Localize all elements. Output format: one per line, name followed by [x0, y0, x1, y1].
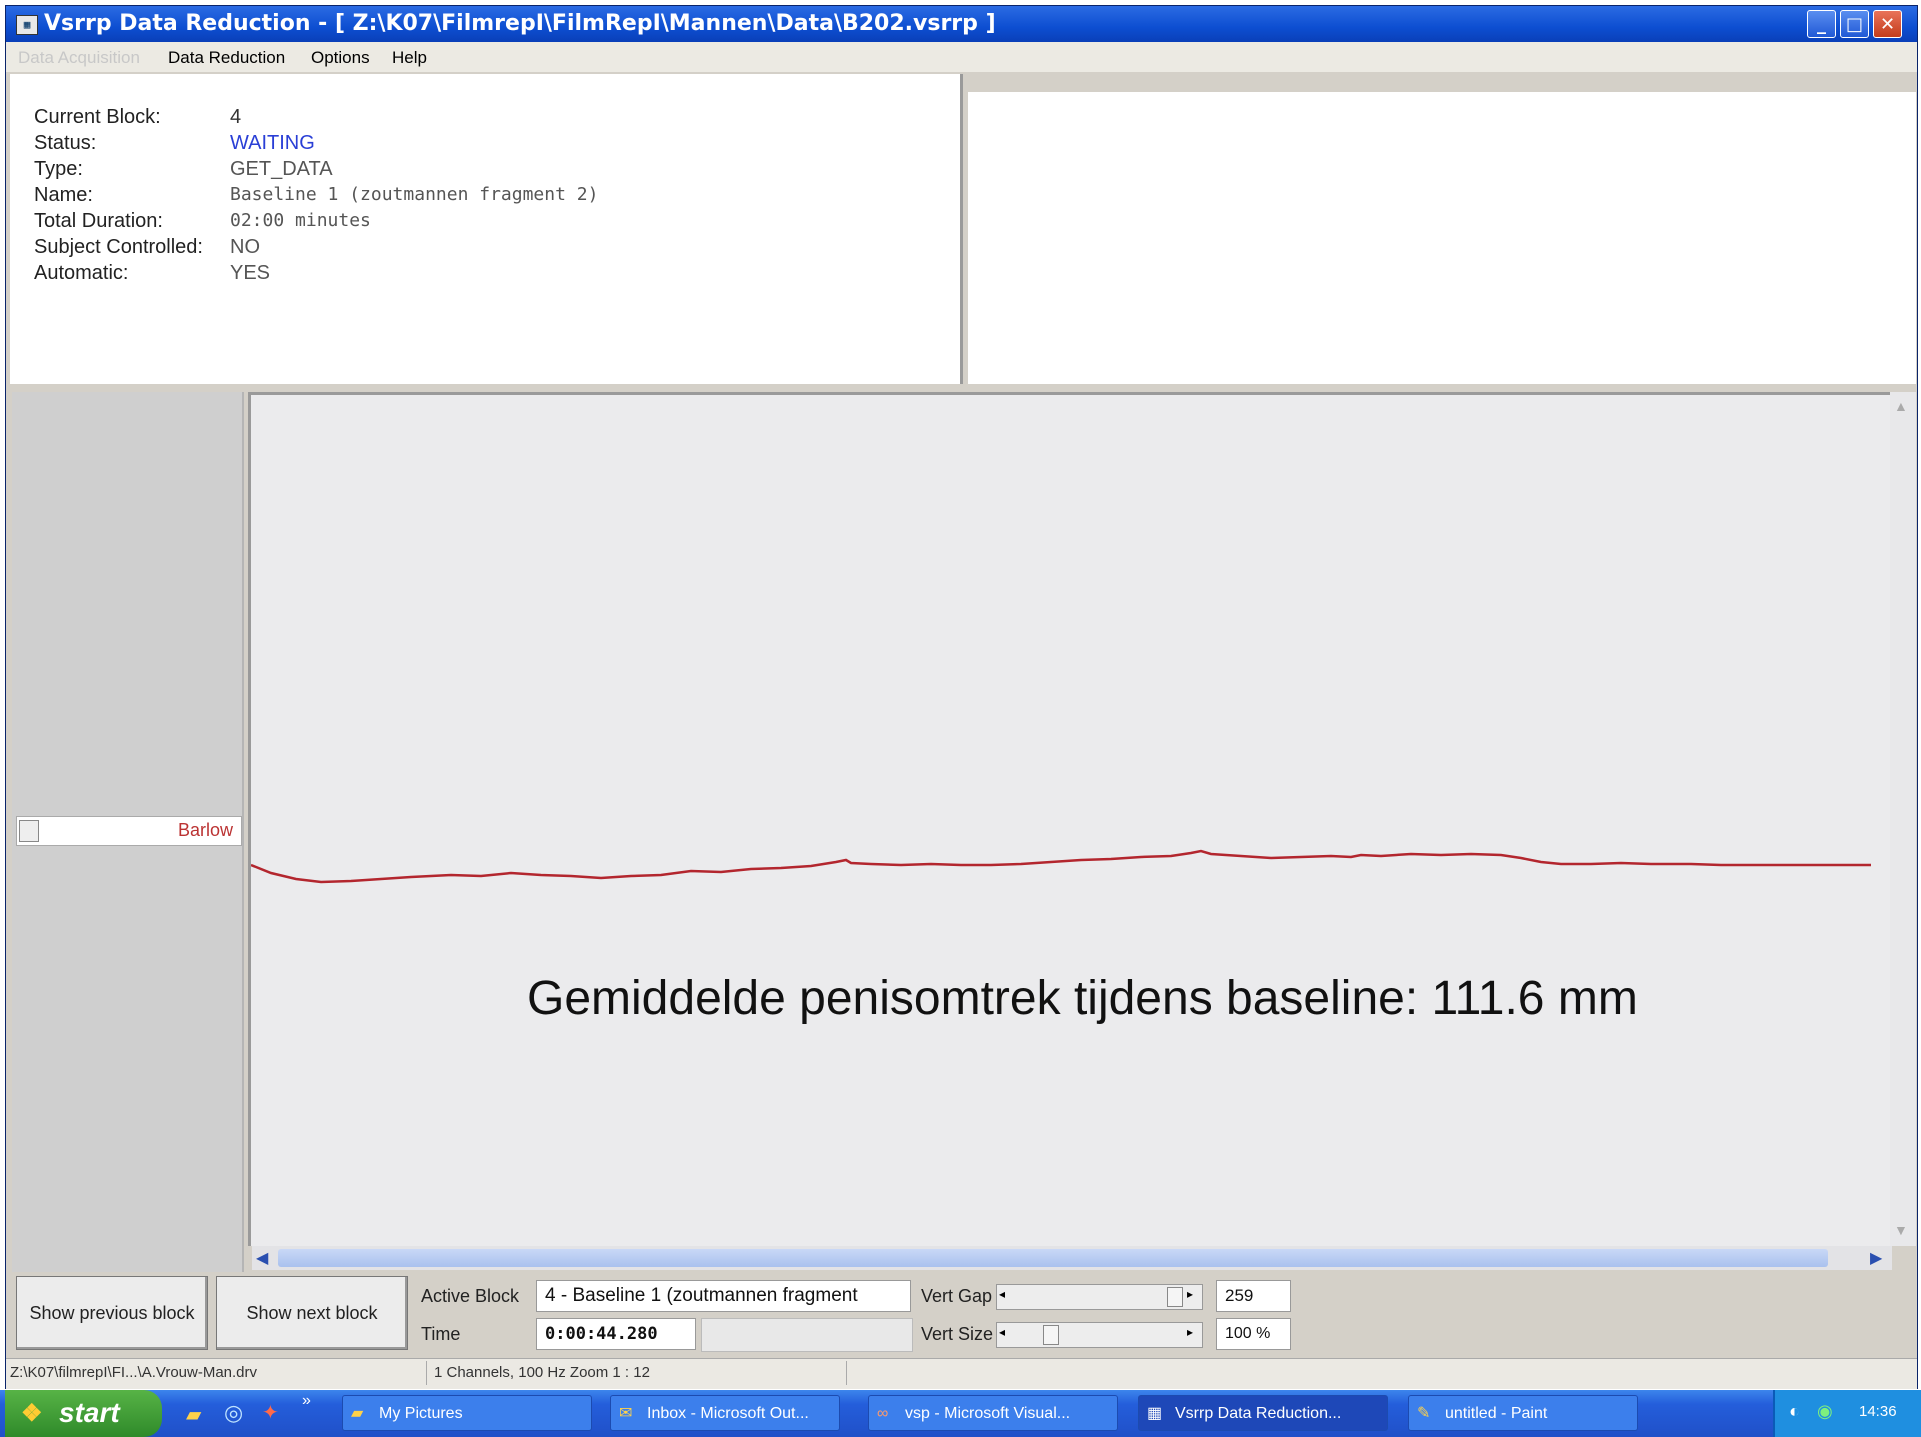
status-path: Z:\K07\filmrepI\FI...\A.Vrouw-Man.drv — [10, 1364, 258, 1381]
current-block-label: Current Block: — [34, 106, 161, 128]
start-button[interactable]: ❖ start — [5, 1390, 162, 1437]
channel-label: Barlow — [177, 820, 233, 840]
horizontal-scroll-thumb[interactable] — [278, 1249, 1828, 1267]
time-spacer — [701, 1318, 913, 1352]
menu-options[interactable]: Options — [311, 48, 370, 68]
scroll-up-icon[interactable]: ▲ — [1894, 398, 1908, 414]
status-value: WAITING — [230, 132, 315, 154]
task-paint[interactable]: ✎ untitled - Paint — [1408, 1395, 1638, 1431]
show-previous-block-button[interactable]: Show previous block — [16, 1276, 208, 1350]
task-label: untitled - Paint — [1445, 1405, 1548, 1422]
task-my-pictures[interactable]: ▰ My Pictures — [342, 1395, 592, 1431]
task-vsrrp[interactable]: ▦ Vsrrp Data Reduction... — [1138, 1395, 1388, 1431]
task-label: My Pictures — [379, 1405, 463, 1422]
menu-data-acquisition[interactable]: Data Acquisition — [18, 48, 140, 68]
browser-quicklaunch-icon[interactable]: ◎ — [224, 1400, 243, 1426]
vert-size-slider[interactable]: ◂ ▸ — [996, 1322, 1203, 1348]
vertical-scrollbar[interactable]: ▲ ▼ — [1890, 392, 1916, 1246]
scroll-left-icon[interactable]: ◀ — [256, 1248, 268, 1268]
active-block-field[interactable]: 4 - Baseline 1 (zoutmannen fragment — [536, 1280, 911, 1312]
subject-controlled-label: Subject Controlled: — [34, 236, 203, 258]
scroll-down-icon[interactable]: ▼ — [1894, 1222, 1908, 1238]
folder-icon: ▰ — [351, 1405, 364, 1422]
task-label: Inbox - Microsoft Out... — [647, 1405, 809, 1422]
app-icon: ▦ — [1147, 1405, 1163, 1422]
taskbar: ❖ start ▰ ◎ ✦ » ▰ My Pictures ✉ Inbox - … — [0, 1390, 1921, 1437]
menu-bar: Data Acquisition Data Reduction Options … — [6, 42, 1917, 72]
vert-gap-slider[interactable]: ◂ ▸ — [996, 1284, 1203, 1310]
task-label: vsp - Microsoft Visual... — [905, 1405, 1071, 1422]
visual-studio-icon: ∞ — [877, 1405, 889, 1422]
automatic-value: YES — [230, 262, 271, 284]
vert-size-label: Vert Size — [921, 1324, 994, 1344]
scroll-right-icon[interactable]: ▶ — [1870, 1248, 1882, 1268]
name-value: Baseline 1 (zoutmannen fragment 2) — [230, 184, 599, 205]
time-field[interactable]: 0:00:44.280 — [536, 1318, 696, 1350]
annotation-text: Gemiddelde penisomtrek tijdens baseline:… — [527, 972, 1638, 1025]
current-block-value: 4 — [230, 106, 242, 128]
security-icon[interactable]: ◉ — [1817, 1401, 1833, 1422]
vert-gap-label: Vert Gap — [921, 1286, 993, 1306]
vert-size-right-arrow-icon[interactable]: ▸ — [1187, 1325, 1193, 1339]
status-label: Status: — [34, 132, 97, 154]
signal-plot[interactable]: Gemiddelde penisomtrek tijdens baseline:… — [248, 392, 1890, 1246]
clock[interactable]: 14:36 — [1859, 1403, 1897, 1420]
time-label: Time — [421, 1324, 461, 1344]
vert-gap-thumb[interactable] — [1167, 1287, 1183, 1307]
minimize-button[interactable]: _ — [1807, 10, 1836, 38]
mail-icon: ✉ — [619, 1405, 633, 1422]
channel-row[interactable]: Barlow — [16, 816, 242, 846]
block-info-panel: Current Block: 4 Status: WAITING Type: G… — [10, 74, 963, 384]
status-info: 1 Channels, 100 Hz Zoom 1 : 12 — [434, 1364, 650, 1381]
name-label: Name: — [34, 184, 93, 206]
task-visual-studio[interactable]: ∞ vsp - Microsoft Visual... — [868, 1395, 1118, 1431]
menu-data-reduction[interactable]: Data Reduction — [168, 48, 285, 68]
preview-panel — [968, 92, 1916, 384]
subject-controlled-value: NO — [230, 236, 260, 258]
vert-gap-right-arrow-icon[interactable]: ▸ — [1187, 1287, 1193, 1301]
vert-size-value[interactable]: 100 % — [1216, 1318, 1291, 1350]
app-window: ▦ Vsrrp Data Reduction - [ Z:\K07\Filmre… — [5, 5, 1918, 1389]
show-next-block-button[interactable]: Show next block — [216, 1276, 408, 1350]
media-quicklaunch-icon[interactable]: ✦ — [262, 1400, 279, 1425]
vert-gap-left-arrow-icon[interactable]: ◂ — [999, 1287, 1005, 1301]
windows-logo-icon: ❖ — [21, 1400, 43, 1427]
automatic-label: Automatic: — [34, 262, 129, 284]
vert-gap-value[interactable]: 259 — [1216, 1280, 1291, 1312]
task-outlook[interactable]: ✉ Inbox - Microsoft Out... — [610, 1395, 840, 1431]
task-label: Vsrrp Data Reduction... — [1175, 1405, 1342, 1422]
quicklaunch-more-icon[interactable]: » — [302, 1392, 311, 1410]
start-label: start — [59, 1397, 120, 1428]
menu-help[interactable]: Help — [392, 48, 427, 68]
vert-size-left-arrow-icon[interactable]: ◂ — [999, 1325, 1005, 1339]
horizontal-scrollbar[interactable]: ◀ ▶ — [252, 1246, 1892, 1270]
network-icon[interactable]: ◐ — [1789, 1401, 1800, 1422]
type-value: GET_DATA — [230, 158, 333, 180]
status-bar: Z:\K07\filmrepI\FI...\A.Vrouw-Man.drv 1 … — [6, 1358, 1917, 1389]
status-divider — [846, 1361, 847, 1385]
signal-trace — [251, 849, 1871, 884]
status-divider — [426, 1361, 427, 1385]
title-bar[interactable]: ▦ Vsrrp Data Reduction - [ Z:\K07\Filmre… — [6, 6, 1917, 42]
app-icon: ▦ — [16, 15, 38, 35]
folder-quicklaunch-icon[interactable]: ▰ — [186, 1402, 201, 1427]
duration-label: Total Duration: — [34, 210, 163, 232]
system-tray: ◐ ◉ 14:36 — [1773, 1390, 1921, 1437]
duration-value: 02:00 minutes — [230, 210, 371, 231]
vert-size-thumb[interactable] — [1043, 1325, 1059, 1345]
signal-trace-svg — [251, 849, 1871, 884]
close-button[interactable]: ✕ — [1873, 10, 1902, 38]
window-title: Vsrrp Data Reduction - [ Z:\K07\FilmrepI… — [44, 11, 996, 36]
paint-icon: ✎ — [1417, 1405, 1431, 1422]
channel-handle[interactable] — [19, 820, 39, 842]
type-label: Type: — [34, 158, 83, 180]
active-block-label: Active Block — [421, 1286, 520, 1306]
maximize-button[interactable]: □ — [1840, 10, 1869, 38]
